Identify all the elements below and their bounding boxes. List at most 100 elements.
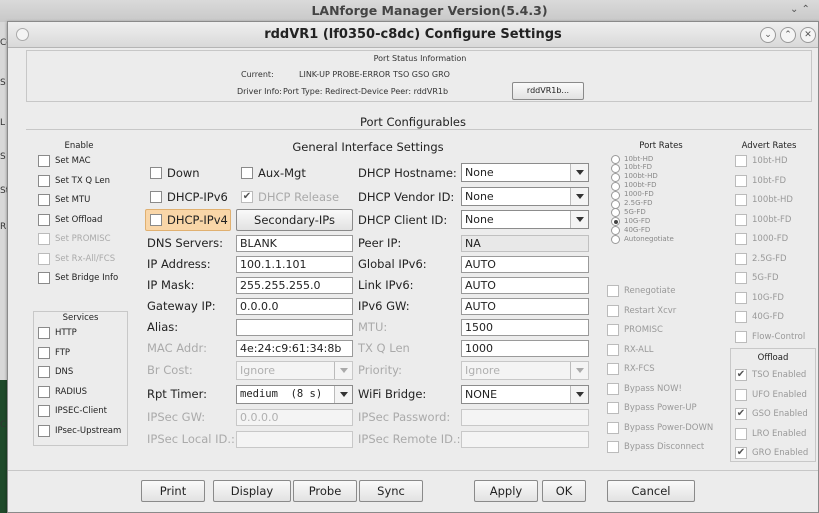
misc-checkbox[interactable] (607, 285, 619, 297)
ip-address-label: IP Address: (147, 257, 211, 271)
configure-settings-dialog: rddVR1 (lf0350-c8dc) Configure Settings … (7, 21, 819, 513)
offload-checkbox[interactable]: ✔ (735, 447, 747, 459)
advert-checkbox[interactable] (735, 291, 747, 304)
enable-checkbox[interactable] (38, 272, 50, 284)
advert-item-label: 10G-FD (752, 292, 784, 303)
advert-checkbox[interactable] (735, 330, 747, 343)
service-checkbox[interactable] (38, 366, 50, 378)
ok-button[interactable]: OK (542, 480, 586, 502)
dhcp-hostname-select[interactable]: None (461, 163, 589, 182)
aux-mgt-checkbox[interactable] (241, 167, 253, 179)
dhcp-vendor-select[interactable]: None (461, 187, 589, 206)
advert-checkbox[interactable] (735, 233, 747, 245)
mac-addr-field[interactable]: 4e:24:c9:61:34:8b (236, 340, 353, 357)
port-rate-radio[interactable] (611, 190, 620, 200)
enable-checkbox[interactable] (38, 252, 50, 265)
offload-checkbox[interactable]: ✔ (735, 369, 747, 381)
dhcp-ipv6-checkbox[interactable] (150, 191, 162, 203)
probe-button[interactable]: Probe (293, 480, 357, 502)
advert-checkbox[interactable] (735, 272, 747, 284)
br-cost-select[interactable]: Ignore (236, 361, 353, 380)
service-checkbox[interactable] (38, 327, 50, 339)
tx-q-len-label: TX Q Len (358, 341, 410, 355)
offload-checkbox[interactable] (735, 427, 747, 440)
advert-checkbox[interactable] (735, 252, 747, 265)
apply-button[interactable]: Apply (474, 480, 538, 502)
port-rate-radio[interactable] (611, 217, 620, 227)
service-item-label: IPSEC-Client (55, 406, 108, 416)
service-checkbox[interactable] (38, 385, 50, 398)
sync-button[interactable]: Sync (359, 480, 423, 502)
port-rate-radio[interactable] (611, 208, 620, 218)
advert-item-label: 10bt-HD (752, 156, 788, 166)
ipsec-password-field[interactable] (461, 409, 589, 426)
advert-checkbox[interactable] (735, 194, 747, 206)
tx-q-len-field[interactable]: 1000 (461, 340, 589, 357)
background-window-controls: ⌄ ⌃ (790, 4, 810, 15)
advert-checkbox[interactable] (735, 311, 747, 323)
dhcp-client-select[interactable]: None (461, 210, 589, 229)
peer-ip-label: Peer IP: (358, 236, 402, 250)
misc-checkbox[interactable] (607, 421, 619, 434)
print-button[interactable]: Print (141, 480, 205, 502)
misc-checkbox[interactable] (607, 304, 619, 317)
port-rate-radio[interactable] (611, 181, 620, 191)
enable-checkbox[interactable] (38, 233, 50, 245)
misc-checkbox[interactable] (607, 363, 619, 375)
enable-checkbox[interactable] (38, 155, 50, 167)
dhcp-ipv4-checkbox[interactable] (150, 214, 162, 226)
misc-checkbox[interactable] (607, 324, 619, 336)
port-rate-radio[interactable] (611, 235, 620, 245)
enable-checkbox[interactable] (38, 174, 50, 187)
display-button[interactable]: Display (213, 480, 291, 502)
close-icon[interactable]: ✕ (800, 27, 816, 43)
minimize-icon[interactable]: ⌄ (760, 27, 776, 43)
misc-checkbox[interactable] (607, 343, 619, 356)
chevron-down-icon (570, 188, 588, 205)
enable-checkbox[interactable] (38, 194, 50, 206)
service-checkbox[interactable] (38, 405, 50, 417)
link-ipv6-field[interactable]: AUTO (461, 277, 589, 294)
ipsec-remote-id-field[interactable] (461, 431, 589, 448)
service-checkbox[interactable] (38, 424, 50, 437)
advert-checkbox[interactable] (735, 174, 747, 187)
wifi-bridge-select[interactable]: NONE (461, 385, 589, 404)
port-rate-label: 10G-FD (624, 216, 651, 225)
rpt-timer-select[interactable]: medium (8 s) (236, 385, 353, 404)
misc-checkbox[interactable] (607, 402, 619, 414)
service-checkbox[interactable] (38, 346, 50, 359)
ipsec-local-id-field[interactable] (236, 431, 353, 448)
gateway-ip-field[interactable]: 0.0.0.0 (236, 298, 353, 315)
secondary-ips-button[interactable]: Secondary-IPs (236, 209, 353, 231)
misc-checkbox[interactable] (607, 441, 619, 453)
enable-header: Enable (64, 141, 94, 151)
dns-servers-field[interactable]: BLANK (236, 235, 353, 252)
maximize-icon[interactable]: ⌃ (780, 27, 796, 43)
port-rate-radio[interactable] (611, 199, 620, 209)
port-rate-label: Autonegotiate (624, 234, 674, 243)
dhcp-release-checkbox[interactable]: ✔ (241, 191, 253, 203)
advert-checkbox[interactable] (735, 213, 747, 226)
offload-checkbox[interactable] (735, 388, 747, 401)
cancel-button[interactable]: Cancel (607, 480, 695, 502)
ip-address-field[interactable]: 100.1.1.101 (236, 256, 353, 273)
window-menu-icon[interactable] (16, 28, 29, 41)
general-settings-header: General Interface Settings (292, 140, 444, 154)
port-rate-radio[interactable] (611, 226, 620, 236)
offload-checkbox[interactable]: ✔ (735, 408, 747, 420)
down-checkbox[interactable] (150, 167, 162, 179)
priority-select[interactable]: Ignore (461, 361, 589, 380)
global-ipv6-field[interactable]: AUTO (461, 256, 589, 273)
alias-field[interactable] (236, 319, 353, 336)
misc-checkbox[interactable] (607, 382, 619, 395)
ip-mask-field[interactable]: 255.255.255.0 (236, 277, 353, 294)
advert-checkbox[interactable] (735, 155, 747, 167)
peer-port-button[interactable]: rddVR1b... (512, 82, 584, 100)
port-rate-radio[interactable] (611, 155, 620, 164)
mtu-field[interactable]: 1500 (461, 319, 589, 336)
ipsec-gw-field[interactable]: 0.0.0.0 (236, 409, 353, 426)
port-rate-radio[interactable] (611, 163, 620, 173)
ipv6-gw-field[interactable]: AUTO (461, 298, 589, 315)
port-rate-radio[interactable] (611, 172, 620, 182)
enable-checkbox[interactable] (38, 213, 50, 226)
